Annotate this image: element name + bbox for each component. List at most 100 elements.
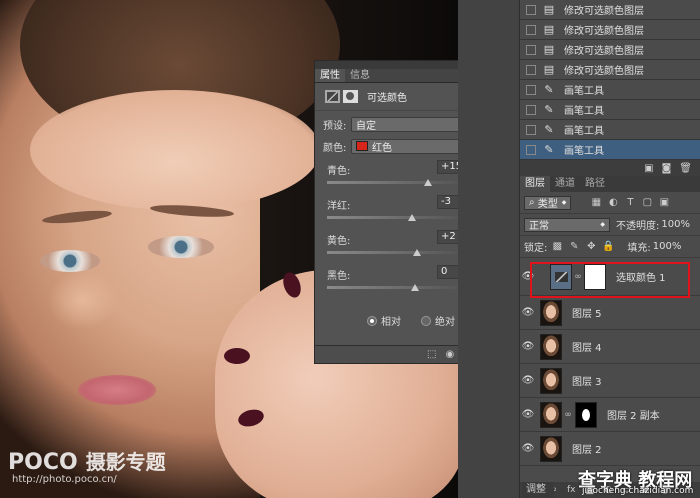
tab-info[interactable]: 信息	[345, 69, 375, 82]
right-dock: ▤ 修改可选颜色图层 ▤ 修改可选颜色图层 ▤ 修改可选颜色图层 ▤ 修改可选颜色图层 …	[458, 0, 700, 498]
filter-type-dropdown[interactable]: ⌕ 类型 ◆	[524, 195, 572, 210]
fx-icon[interactable]: fx	[567, 485, 576, 495]
fill-value[interactable]: 100%	[653, 241, 682, 252]
radio-dot[interactable]	[421, 315, 431, 326]
history-label: 画笔工具	[564, 106, 604, 117]
history-label: 修改可选颜色图层	[564, 66, 644, 77]
slider-thumb[interactable]	[424, 179, 433, 186]
poco-watermark: POCO 摄影专题	[8, 446, 166, 475]
checkbox[interactable]	[526, 124, 536, 135]
tab-properties[interactable]: 属性	[315, 69, 345, 82]
checkbox[interactable]	[526, 144, 536, 155]
camera-icon[interactable]: ◙	[662, 163, 672, 174]
history-item[interactable]: ▤ 修改可选颜色图层	[520, 40, 700, 60]
slider-label: 洋红:	[327, 201, 351, 212]
layer-name: 图层 2	[572, 445, 602, 456]
eye-icon[interactable]: 👁	[520, 341, 536, 352]
eye-icon[interactable]: 👁	[520, 409, 536, 420]
trash-icon[interactable]: 🗑	[679, 163, 692, 174]
filter-shape-icon[interactable]: ▢	[640, 197, 654, 208]
radio-relative[interactable]: 相对	[367, 313, 401, 328]
history-label: 修改可选颜色图层	[564, 6, 644, 17]
layer-name: 图层 4	[572, 343, 602, 354]
lips	[78, 375, 156, 405]
chevron-updown-icon: ◆	[561, 199, 567, 206]
history-item[interactable]: ✎ 画笔工具	[520, 100, 700, 120]
history-panel: ▤ 修改可选颜色图层 ▤ 修改可选颜色图层 ▤ 修改可选颜色图层 ▤ 修改可选颜色图层 …	[520, 0, 700, 176]
opacity-value[interactable]: 100%	[661, 219, 690, 230]
chain-link-icon[interactable]: ∞	[574, 272, 582, 282]
history-item[interactable]: ✎ 画笔工具	[520, 120, 700, 140]
radio-label: 绝对	[435, 317, 455, 328]
brush-icon: ✎	[544, 102, 554, 116]
history-list: ▤ 修改可选颜色图层 ▤ 修改可选颜色图层 ▤ 修改可选颜色图层 ▤ 修改可选颜色图层 …	[520, 0, 700, 160]
radio-absolute[interactable]: 绝对	[421, 313, 455, 328]
mask-thumbnail[interactable]	[575, 401, 597, 428]
colors-value: 红色	[372, 142, 392, 154]
tab-paths[interactable]: 路径	[580, 176, 610, 192]
mask-thumbnail[interactable]	[584, 263, 606, 290]
doc-icon: ▤	[543, 42, 555, 56]
new-document-icon[interactable]: ▣	[644, 163, 653, 174]
lock-transparent-icon[interactable]: ▩	[550, 241, 564, 252]
layer-row[interactable]: 👁 图层 2	[520, 432, 700, 466]
layer-mask-icon[interactable]	[343, 90, 358, 103]
history-item[interactable]: ▤ 修改可选颜色图层	[520, 20, 700, 40]
blend-mode-dropdown[interactable]: 正常 ◆	[524, 217, 610, 232]
slider-thumb[interactable]	[411, 284, 419, 291]
filter-type-icon[interactable]: T	[623, 197, 637, 208]
checkbox[interactable]	[526, 24, 536, 35]
preset-value: 自定	[356, 120, 376, 132]
method-radio-group: 相对 绝对	[367, 313, 455, 328]
eye-icon[interactable]: 👁	[520, 375, 536, 386]
history-label: 画笔工具	[564, 126, 604, 137]
selective-color-icon[interactable]	[325, 90, 340, 103]
filter-adjustment-icon[interactable]: ◐	[606, 197, 620, 208]
slider-thumb[interactable]	[408, 214, 417, 221]
lock-all-icon[interactable]: 🔒	[601, 241, 615, 252]
eye-icon[interactable]: 👁	[520, 271, 536, 282]
checkbox[interactable]	[526, 104, 536, 115]
slider-label: 青色:	[327, 166, 351, 177]
slider-thumb[interactable]	[412, 249, 421, 256]
opacity-label: 不透明度:	[616, 221, 660, 232]
history-item[interactable]: ✎ 画笔工具	[520, 80, 700, 100]
watermark-url: http://photo.poco.cn/	[12, 474, 117, 485]
layer-row-selective-color[interactable]: 👁 ∞ 选取颜色 1	[520, 258, 700, 296]
clip-to-layer-icon[interactable]: ⬚	[427, 349, 436, 360]
adjustments-tab[interactable]: 调整	[522, 482, 554, 498]
right-eye	[148, 236, 214, 258]
eye-icon[interactable]: 👁	[520, 443, 536, 454]
view-previous-icon[interactable]: ◉	[445, 349, 454, 360]
history-item[interactable]: ▤ 修改可选颜色图层	[520, 60, 700, 80]
layer-thumbnail	[540, 299, 562, 326]
checkbox[interactable]	[526, 4, 536, 15]
lock-image-icon[interactable]: ✎	[567, 241, 581, 252]
adjustment-thumbnail	[550, 263, 572, 290]
checkbox[interactable]	[526, 84, 536, 95]
checkbox[interactable]	[526, 64, 536, 75]
layer-name: 选取颜色 1	[616, 273, 666, 284]
preset-label: 预设:	[323, 120, 347, 132]
color-swatch	[356, 141, 368, 151]
radio-dot[interactable]	[367, 315, 377, 326]
adjustment-title: 可选颜色	[367, 93, 407, 104]
fill-label: 填充:	[627, 243, 651, 254]
history-item-selected[interactable]: ✎ 画笔工具	[520, 140, 700, 160]
tab-layers[interactable]: 图层	[520, 176, 550, 192]
lock-position-icon[interactable]: ✥	[584, 241, 598, 252]
left-eyebrow	[41, 208, 113, 226]
history-item[interactable]: ▤ 修改可选颜色图层	[520, 0, 700, 20]
layer-row[interactable]: 👁 ∞ 图层 2 副本	[520, 398, 700, 432]
filter-smart-icon[interactable]: ▣	[657, 197, 671, 208]
eye-icon[interactable]: 👁	[520, 307, 536, 318]
history-footer: ▣ ◙ 🗑	[520, 160, 700, 176]
lock-row: 锁定: ▩ ✎ ✥ 🔒 填充: 100%	[520, 236, 700, 258]
filter-pixel-icon[interactable]: ▦	[589, 197, 603, 208]
chain-link-icon[interactable]: ∞	[564, 410, 572, 420]
tab-channels[interactable]: 通道	[550, 176, 580, 192]
layer-row[interactable]: 👁 图层 4	[520, 330, 700, 364]
layer-row[interactable]: 👁 图层 5	[520, 296, 700, 330]
layer-row[interactable]: 👁 图层 3	[520, 364, 700, 398]
checkbox[interactable]	[526, 44, 536, 55]
